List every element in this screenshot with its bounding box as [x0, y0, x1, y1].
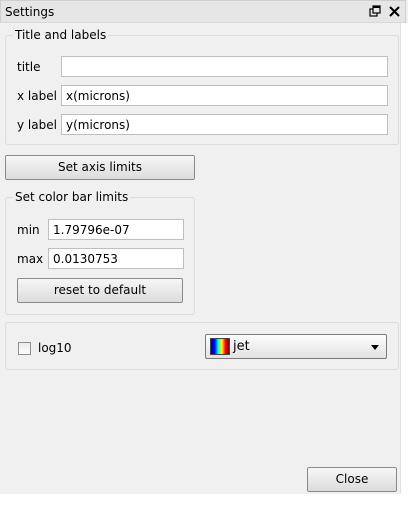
panel-edge	[401, 23, 408, 507]
title-labels-group: Title and labels title x label y label	[5, 28, 399, 145]
reset-to-default-button[interactable]: reset to default	[17, 278, 183, 303]
log10-label: log10	[38, 341, 72, 355]
min-input[interactable]	[48, 219, 184, 240]
close-button[interactable]: Close	[307, 467, 397, 492]
colormap-dropdown[interactable]: jet	[205, 334, 387, 359]
colorbar-limits-group: Set color bar limits min max reset to de…	[5, 190, 195, 315]
settings-panel: Title and labels title x label y label S…	[0, 23, 401, 494]
colormap-value: jet	[233, 339, 250, 354]
float-window-icon[interactable]	[369, 5, 382, 18]
ylabel-input[interactable]	[61, 114, 388, 135]
title-labels-group-title: Title and labels	[13, 28, 109, 42]
chevron-down-icon	[371, 345, 379, 350]
title-label: title	[17, 60, 41, 74]
title-input[interactable]	[61, 56, 388, 77]
dock-title-bar: Settings	[0, 0, 406, 23]
min-label: min	[17, 223, 40, 237]
jet-colormap-swatch	[210, 338, 230, 355]
window-title: Settings	[5, 5, 55, 19]
ylabel-label: y label	[17, 118, 57, 132]
set-axis-limits-button[interactable]: Set axis limits	[5, 155, 195, 180]
plot-options-group: log10 jet	[5, 322, 399, 370]
xlabel-label: x label	[17, 89, 57, 103]
colorbar-limits-group-title: Set color bar limits	[13, 190, 131, 204]
xlabel-input[interactable]	[61, 85, 388, 106]
max-label: max	[17, 252, 44, 266]
close-icon[interactable]	[388, 5, 401, 18]
log10-checkbox[interactable]	[18, 342, 31, 355]
panel-bottom-edge	[0, 494, 408, 507]
max-input[interactable]	[48, 248, 184, 269]
